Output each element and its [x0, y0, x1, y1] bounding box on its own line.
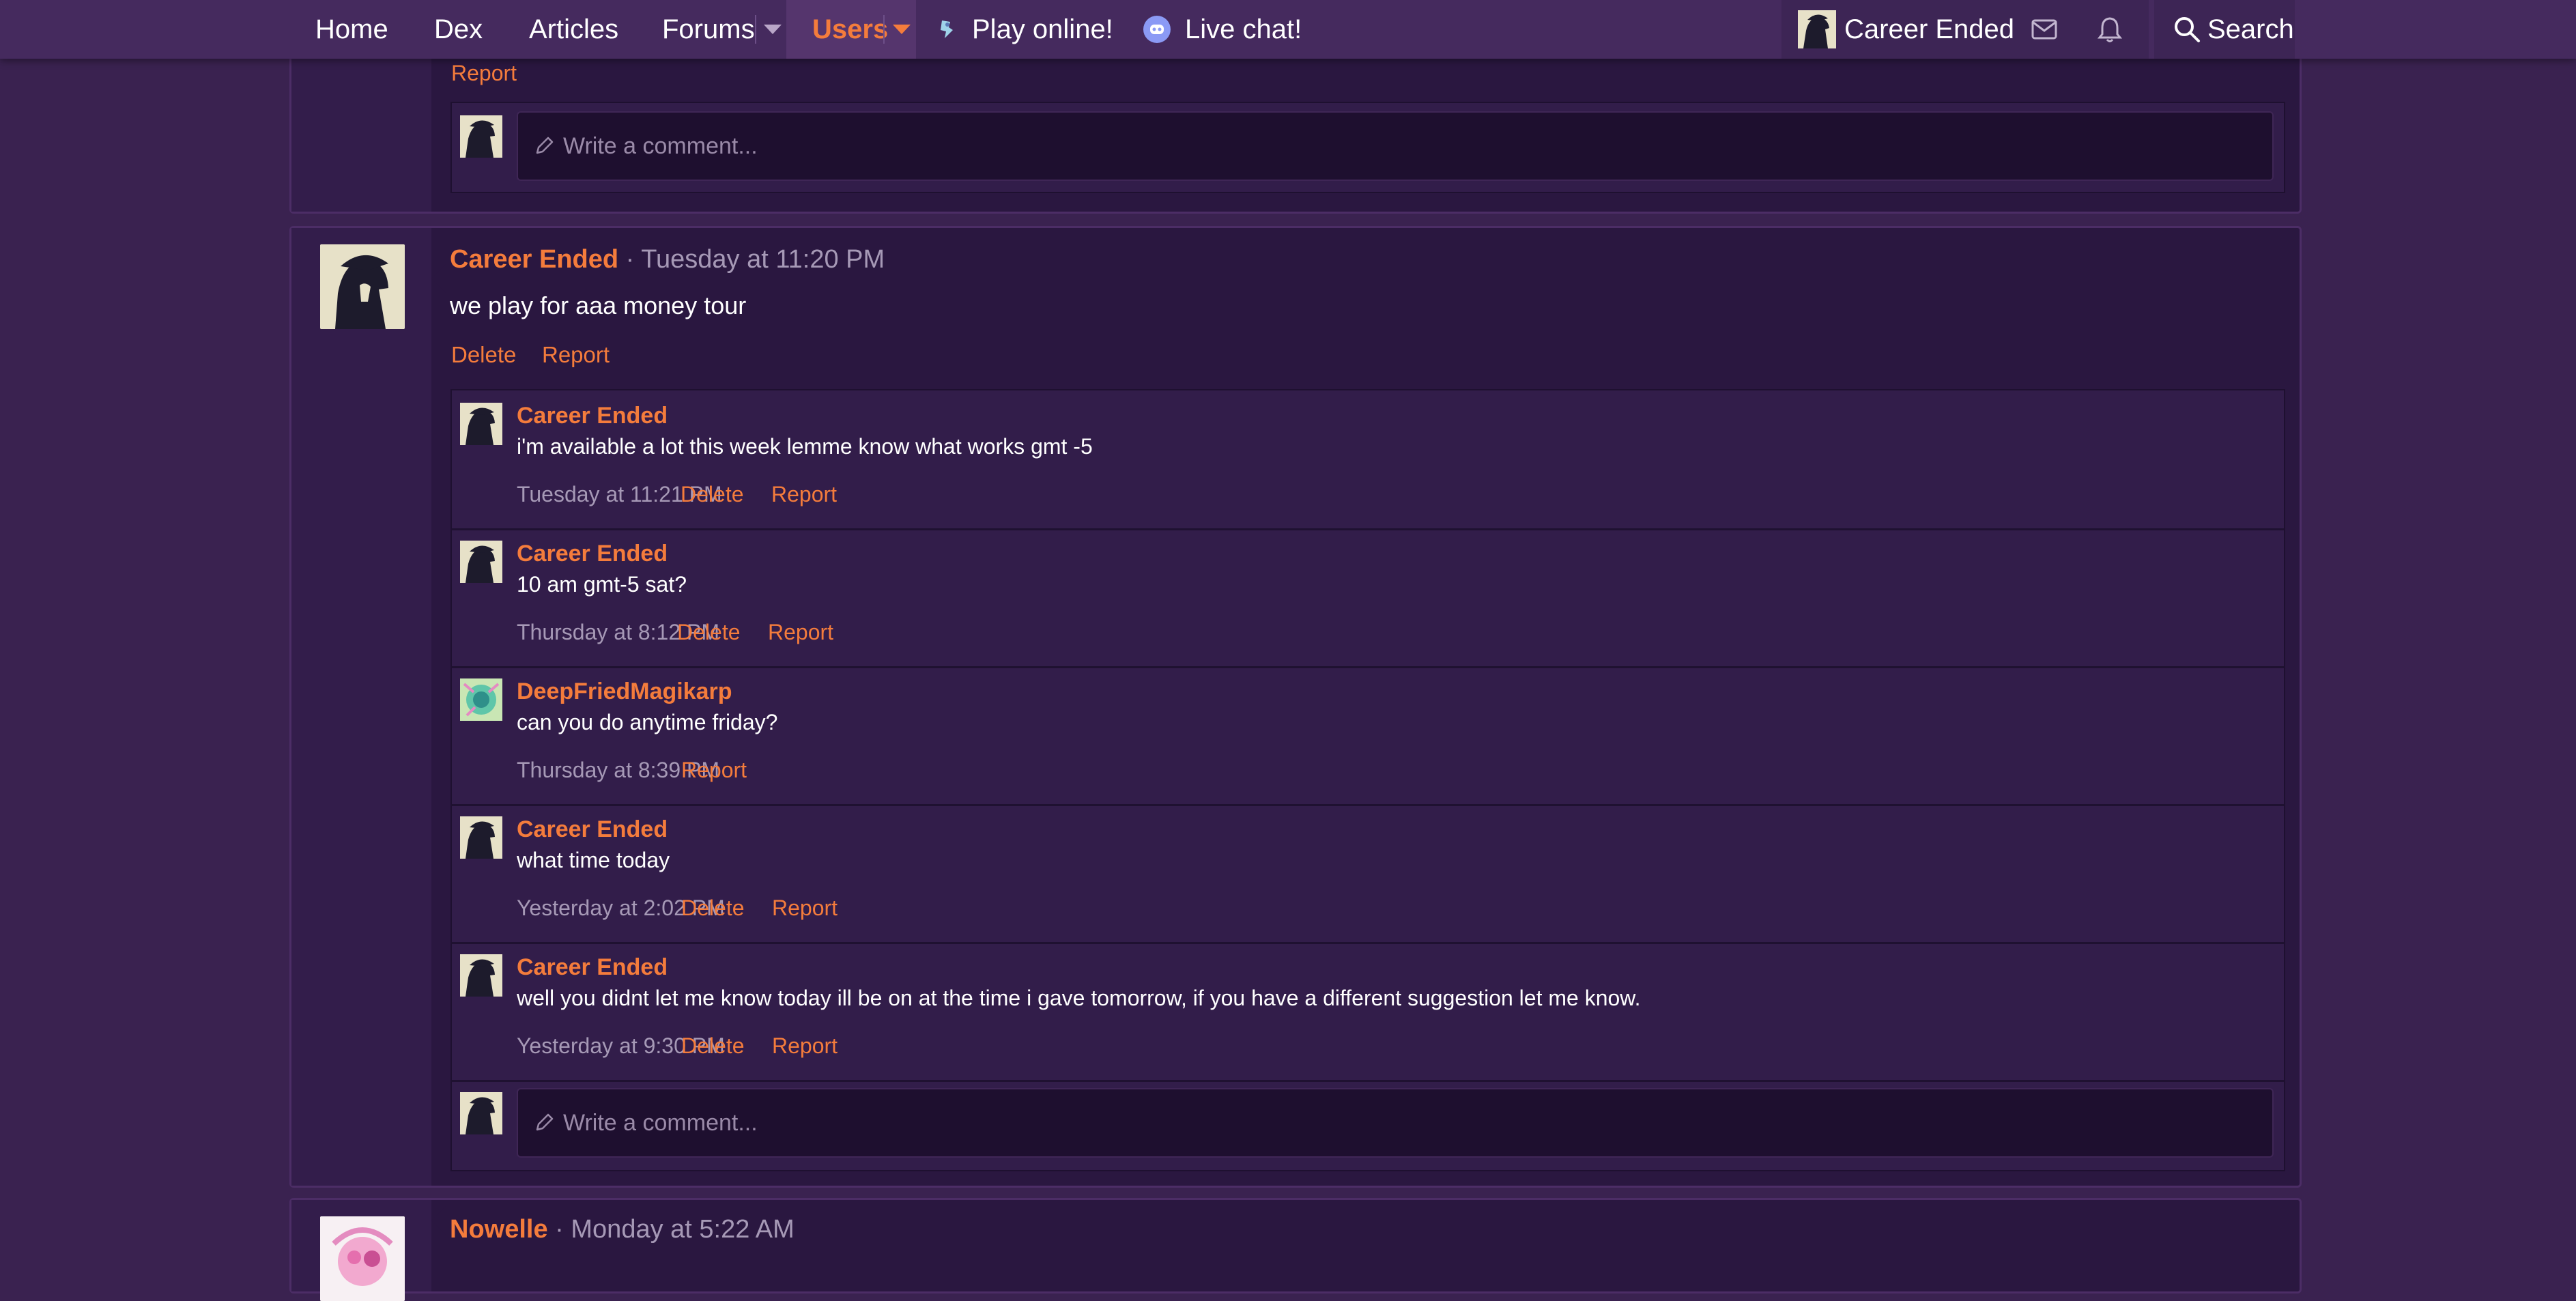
- comment-item: DeepFriedMagikarp can you do anytime fri…: [452, 666, 2284, 806]
- comment-text: i'm available a lot this week lemme know…: [517, 434, 1093, 459]
- avatar-rail: [291, 228, 431, 1186]
- top-navigation: Home Dex Articles Forums Users Play onli…: [0, 0, 2576, 59]
- post-body: we play for aaa money tour: [450, 291, 747, 319]
- nav-forums[interactable]: Forums: [662, 0, 755, 59]
- nav-home-label: Home: [315, 14, 388, 44]
- report-link[interactable]: Report: [772, 896, 838, 921]
- delete-link[interactable]: Delete: [681, 482, 744, 507]
- mail-icon: [2031, 19, 2057, 40]
- user-avatar: [1798, 10, 1836, 48]
- meta-separator: ·: [625, 245, 635, 274]
- alerts-button[interactable]: [2093, 0, 2127, 59]
- delete-link[interactable]: Delete: [681, 896, 745, 921]
- write-comment-row: Write a comment...: [452, 1080, 2284, 1170]
- nav-home[interactable]: Home: [315, 0, 388, 59]
- profile-post: Career Ended · Tuesday at 11:20 PM we pl…: [289, 226, 2302, 1188]
- user-avatar[interactable]: [460, 541, 502, 583]
- comment-list: Career Ended i'm available a lot this we…: [450, 389, 2285, 1171]
- post-header: Nowelle · Monday at 5:22 AM: [450, 1215, 795, 1244]
- comment-item: Career Ended what time today Yesterday a…: [452, 804, 2284, 944]
- post-arrow: [431, 1205, 446, 1235]
- nav-forums-label: Forums: [662, 14, 755, 44]
- comment-list: Write a comment...: [450, 102, 2285, 193]
- delete-link[interactable]: Delete: [451, 342, 516, 368]
- nav-divider: [883, 15, 885, 44]
- nav-divider: [755, 15, 756, 44]
- comment-text: what time today: [517, 848, 670, 872]
- post-author[interactable]: Nowelle: [450, 1215, 548, 1244]
- comment-text: well you didnt let me know today ill be …: [517, 986, 1641, 1010]
- report-link[interactable]: Report: [542, 342, 610, 368]
- comment-input[interactable]: Write a comment...: [517, 111, 2274, 181]
- user-avatar[interactable]: [460, 403, 502, 445]
- comment-author[interactable]: DeepFriedMagikarp: [517, 678, 732, 705]
- report-link[interactable]: Report: [768, 620, 833, 645]
- nav-live-chat[interactable]: Live chat!: [1143, 0, 1302, 59]
- post-time[interactable]: Tuesday at 11:20 PM: [641, 245, 885, 274]
- nav-play-online-label: Play online!: [972, 14, 1113, 44]
- user-avatar: [460, 115, 502, 158]
- pencil-icon: [536, 1113, 554, 1131]
- forums-menu-toggle[interactable]: [759, 0, 786, 59]
- comment-item: Career Ended well you didnt let me know …: [452, 942, 2284, 1082]
- author-avatar[interactable]: [320, 1216, 405, 1301]
- comment-author[interactable]: Career Ended: [517, 541, 668, 567]
- chevron-down-icon: [893, 25, 911, 34]
- users-menu-toggle[interactable]: [887, 0, 916, 59]
- report-link[interactable]: Report: [681, 758, 747, 783]
- comment-author[interactable]: Career Ended: [517, 403, 668, 429]
- user-avatar[interactable]: [460, 678, 502, 721]
- search-label: Search: [2207, 14, 2294, 44]
- play-icon: [941, 20, 953, 38]
- conversations-button[interactable]: [2027, 0, 2061, 59]
- report-link[interactable]: Report: [772, 1033, 838, 1059]
- nav-play-online[interactable]: Play online!: [935, 0, 1113, 59]
- report-link[interactable]: Report: [771, 482, 837, 507]
- nav-articles-label: Articles: [529, 14, 619, 44]
- comment-placeholder: Write a comment...: [563, 1109, 758, 1136]
- write-comment-row: Write a comment...: [452, 103, 2284, 192]
- report-link[interactable]: Report: [451, 61, 517, 86]
- comment-author[interactable]: Career Ended: [517, 816, 668, 843]
- delete-link[interactable]: Delete: [677, 620, 741, 645]
- post-time[interactable]: Monday at 5:22 AM: [571, 1215, 794, 1244]
- author-avatar[interactable]: [320, 244, 405, 329]
- nav-dex[interactable]: Dex: [434, 0, 483, 59]
- nav-dex-label: Dex: [434, 14, 483, 44]
- comment-placeholder: Write a comment...: [563, 132, 758, 159]
- comment-item: Career Ended 10 am gmt-5 sat? Thursday a…: [452, 528, 2284, 668]
- post-arrow: [431, 263, 446, 294]
- pencil-icon: [536, 137, 554, 154]
- nav-live-chat-label: Live chat!: [1185, 14, 1302, 44]
- account-menu[interactable]: Career Ended: [1798, 0, 2014, 59]
- post-author[interactable]: Career Ended: [450, 245, 618, 274]
- nav-users-label: Users: [812, 14, 889, 44]
- user-avatar: [460, 1092, 502, 1134]
- profile-post-next: Nowelle · Monday at 5:22 AM: [289, 1198, 2302, 1301]
- comment-text: 10 am gmt-5 sat?: [517, 572, 687, 597]
- account-name: Career Ended: [1844, 14, 2015, 44]
- bell-icon: [2098, 17, 2122, 42]
- delete-link[interactable]: Delete: [681, 1033, 745, 1059]
- comment-author[interactable]: Career Ended: [517, 954, 668, 981]
- user-avatar[interactable]: [460, 816, 502, 859]
- discord-icon: [1143, 16, 1171, 43]
- meta-separator: ·: [555, 1215, 564, 1244]
- search-button[interactable]: Search: [2173, 0, 2294, 59]
- nav-articles[interactable]: Articles: [529, 0, 618, 59]
- user-avatar[interactable]: [460, 954, 502, 997]
- chevron-down-icon: [764, 25, 782, 34]
- comment-text: can you do anytime friday?: [517, 710, 778, 734]
- post-header: Career Ended · Tuesday at 11:20 PM: [450, 245, 885, 274]
- comment-input[interactable]: Write a comment...: [517, 1088, 2274, 1158]
- comment-item: Career Ended i'm available a lot this we…: [452, 390, 2284, 530]
- search-icon: [2175, 17, 2200, 42]
